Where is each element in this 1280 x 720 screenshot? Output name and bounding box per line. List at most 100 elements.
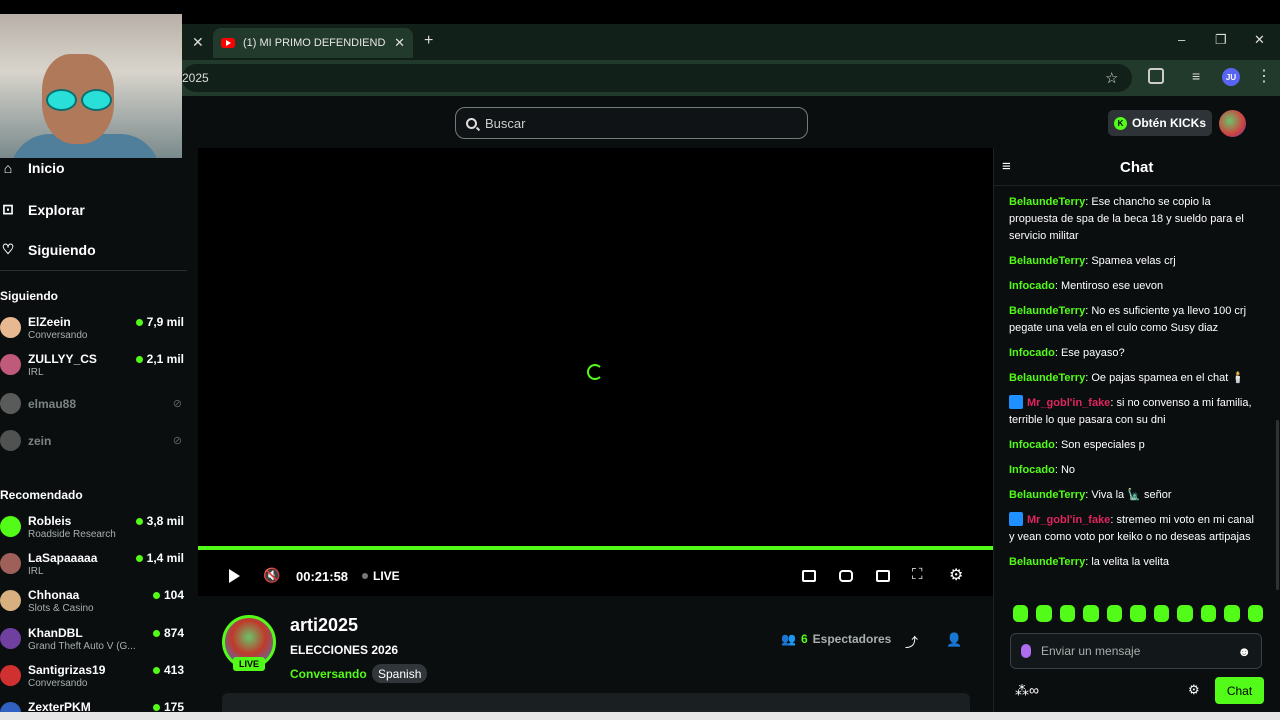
viewer-count: 7,9 mil [135, 315, 184, 329]
mute-icon[interactable]: 🔇 [263, 567, 280, 584]
close-window-icon[interactable]: ✕ [1254, 32, 1265, 48]
stream-category[interactable]: Conversando [290, 667, 367, 681]
emote-icon[interactable] [1200, 605, 1217, 622]
chat-messages: BelaundeTerry: Ese chancho se copio la p… [1009, 194, 1261, 579]
chat-message: Infocado: Mentiroso ese uevon [1009, 280, 1164, 292]
miniplayer-icon[interactable] [802, 570, 816, 582]
new-tab-button[interactable]: + [424, 32, 433, 50]
emote-icon[interactable] [1177, 605, 1193, 622]
avatar [0, 628, 21, 649]
emote-icon[interactable] [1224, 605, 1240, 622]
nav-explore[interactable]: ⊡ Explorar [0, 201, 85, 218]
theater-mode-icon[interactable] [876, 570, 890, 582]
user-avatar[interactable] [1219, 110, 1246, 137]
chat-message: Infocado: Ese payaso? [1009, 347, 1125, 359]
microphone-icon[interactable] [1021, 644, 1031, 658]
emote-icon[interactable] [1130, 605, 1146, 622]
nav-home-label: Inicio [28, 160, 65, 176]
chat-username[interactable]: Infocado [1009, 439, 1055, 451]
chat-username[interactable]: Infocado [1009, 347, 1055, 359]
following-channel[interactable]: ElZeein Conversando 7,9 mil [0, 315, 184, 347]
chat-message-text: Spamea velas crj [1091, 255, 1176, 267]
recommended-channel[interactable]: Robleis Roadside Research 3,8 mil [0, 514, 184, 546]
emote-icon[interactable] [1013, 605, 1029, 622]
channel-category: Slots & Casino [28, 603, 94, 614]
nav-home[interactable]: ⌂ Inicio [0, 160, 65, 176]
send-chat-button[interactable]: Chat [1215, 677, 1264, 704]
webcam-person-glasses [46, 89, 112, 111]
chat-username[interactable]: BelaundeTerry [1009, 255, 1085, 267]
tab-close-icon[interactable]: ✕ [394, 35, 405, 51]
chat-input[interactable]: Enviar un mensaje ☻ [1010, 633, 1262, 669]
video-player[interactable] [198, 148, 993, 546]
media-control-icon[interactable]: ≡ [1192, 68, 1200, 84]
title-bar [0, 0, 1280, 24]
minimize-icon[interactable]: – [1178, 32, 1185, 47]
language-tag[interactable]: Spanish [372, 664, 428, 683]
emote-icon[interactable] [1106, 605, 1123, 622]
search-input[interactable]: Buscar [455, 107, 808, 139]
bookmark-star-icon[interactable]: ☆ [1105, 69, 1118, 87]
avatar [0, 430, 21, 451]
channel-points-icon[interactable]: ⁂∞ [1015, 682, 1039, 699]
recommended-channel[interactable]: Santigrizas19 Conversando 413 [0, 663, 184, 695]
settings-gear-icon[interactable]: ⚙ [949, 565, 963, 585]
chat-username[interactable]: BelaundeTerry [1009, 556, 1085, 568]
active-tab[interactable]: (1) MI PRIMO DEFENDIENDOSE ✕ [213, 28, 413, 58]
chat-message: Infocado: Son especiales p [1009, 439, 1145, 451]
channel-category: IRL [28, 566, 44, 577]
following-channel[interactable]: ZULLYY_CS IRL 2,1 mil [0, 352, 184, 384]
fullscreen-icon[interactable]: ⛶ [912, 566, 923, 583]
chat-settings-icon[interactable]: ⚙ [1188, 682, 1200, 698]
following-channel-offline[interactable]: zein ⊘ [0, 428, 184, 460]
collapse-chat-icon[interactable]: ≡ [1002, 158, 1011, 175]
chat-username[interactable]: Mr_gobl'in_fake [1027, 397, 1110, 409]
nav-following[interactable]: ♡ Siguiendo [0, 241, 96, 258]
loading-spinner-icon [587, 364, 603, 380]
chat-message: Mr_gobl'in_fake: si no convenso a mi fam… [1009, 395, 1252, 426]
emoji-icon[interactable]: ☻ [1237, 644, 1251, 659]
chat-scrollbar[interactable] [1276, 420, 1279, 590]
viewer-count-value: 2,1 mil [146, 352, 184, 366]
emote-icon[interactable] [1247, 605, 1263, 622]
emote-icon[interactable] [1036, 605, 1052, 622]
chat-username[interactable]: BelaundeTerry [1009, 305, 1085, 317]
extensions-icon[interactable] [1148, 68, 1164, 84]
emote-icon[interactable] [1083, 605, 1099, 622]
chat-message: BelaundeTerry: Spamea velas crj [1009, 255, 1176, 267]
tab-title: (1) MI PRIMO DEFENDIENDOSE [243, 37, 386, 49]
viewers-label: Espectadores [812, 632, 892, 646]
channel-name: ZULLYY_CS [28, 352, 97, 366]
viewer-count: 2,1 mil [135, 352, 184, 366]
chat-username[interactable]: Infocado [1009, 464, 1055, 476]
chat-username[interactable]: BelaundeTerry [1009, 372, 1085, 384]
chat-message-text: Mentiroso ese uevon [1060, 280, 1164, 292]
home-icon: ⌂ [3, 160, 13, 176]
viewer-count: 413 [152, 663, 184, 677]
recommended-channel[interactable]: Chhonaa Slots & Casino 104 [0, 588, 184, 620]
previous-tab-close-icon[interactable]: ✕ [192, 34, 204, 51]
follow-user-icon[interactable]: 👤 [946, 632, 962, 648]
emote-icon[interactable] [1059, 605, 1076, 622]
streamer-name[interactable]: arti2025 [290, 615, 358, 636]
sidebar-divider [0, 270, 187, 271]
viewer-count-value: 7,9 mil [146, 315, 184, 329]
profile-avatar[interactable]: JU [1222, 68, 1240, 86]
clip-icon[interactable] [839, 570, 853, 582]
browser-menu-icon[interactable]: ⋮ [1256, 66, 1272, 86]
play-icon[interactable] [229, 569, 240, 583]
get-kicks-button[interactable]: K Obtén KICKs [1108, 110, 1212, 136]
recommended-channel[interactable]: LaSapaaaaa IRL 1,4 mil [0, 551, 184, 583]
restore-icon[interactable]: ❐ [1215, 32, 1227, 48]
url-bar[interactable]: 2025 [182, 64, 1132, 92]
heart-icon: ♡ [1, 241, 15, 257]
chat-username[interactable]: BelaundeTerry [1009, 489, 1085, 501]
chat-username[interactable]: Mr_gobl'in_fake [1027, 514, 1110, 526]
channel-name: ElZeein [28, 315, 71, 329]
share-icon[interactable]: ⤴ [905, 632, 918, 651]
chat-username[interactable]: BelaundeTerry [1009, 196, 1085, 208]
recommended-channel[interactable]: KhanDBL Grand Theft Auto V (G... 874 [0, 626, 184, 658]
emote-icon[interactable] [1153, 605, 1170, 622]
chat-username[interactable]: Infocado [1009, 280, 1055, 292]
following-channel-offline[interactable]: elmau88 ⊘ [0, 391, 184, 423]
